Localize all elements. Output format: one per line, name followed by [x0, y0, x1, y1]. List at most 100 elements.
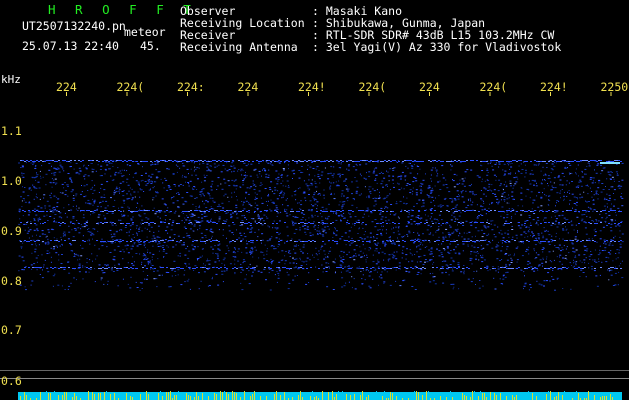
bottom-spike: [210, 392, 211, 400]
bottom-spike: [410, 393, 411, 400]
bottom-spike: [390, 392, 391, 400]
bottom-spike: [338, 391, 339, 400]
app-brand-title: H R O F F T: [48, 2, 197, 17]
bottom-spike: [478, 396, 479, 400]
bottom-spike: [60, 394, 61, 400]
bottom-spike: [184, 395, 185, 400]
y-tick-label: 0.9: [1, 224, 22, 238]
spectrogram-display: [0, 92, 629, 400]
bottom-spike: [46, 391, 47, 400]
bottom-spike: [392, 393, 393, 400]
bottom-spike: [206, 395, 207, 400]
bottom-spike: [104, 392, 105, 400]
bottom-spike: [562, 395, 563, 400]
bottom-spike: [296, 393, 297, 400]
bottom-spike: [456, 395, 457, 400]
bottom-spike: [22, 392, 23, 400]
bottom-spike: [370, 393, 371, 400]
bottom-spike: [160, 391, 161, 400]
bottom-spike: [376, 391, 377, 400]
bottom-spike: [462, 393, 463, 400]
bottom-spike: [42, 392, 43, 400]
bottom-spike: [254, 391, 255, 400]
bottom-spike: [516, 395, 517, 400]
info-label-antenna: Receiving Antenna: [180, 40, 298, 54]
bottom-spike: [84, 396, 85, 400]
bottom-spike: [216, 394, 217, 400]
bottom-spike: [280, 395, 281, 400]
bottom-spike: [224, 391, 225, 400]
bottom-spike: [138, 396, 139, 400]
bottom-spike: [378, 394, 379, 400]
time-tick-label: 224(: [116, 80, 145, 94]
bottom-spike: [588, 391, 589, 400]
bottom-spike: [522, 393, 523, 400]
bottom-spike: [200, 392, 201, 400]
bottom-spike: [380, 394, 381, 400]
bottom-spike: [578, 393, 579, 400]
bottom-spike: [76, 396, 77, 400]
bottom-spike: [298, 395, 299, 400]
bottom-spike: [418, 392, 419, 400]
bottom-spike: [128, 394, 129, 400]
bottom-spike: [510, 396, 511, 400]
bottom-spike: [74, 393, 75, 400]
bottom-spike: [182, 395, 183, 400]
bottom-spike: [252, 394, 253, 400]
bottom-spike: [322, 391, 323, 400]
bottom-spike: [348, 392, 349, 400]
bottom-spike: [526, 393, 527, 400]
time-tick-label: 224: [237, 80, 259, 94]
bottom-spike: [284, 392, 285, 400]
bottom-spike: [64, 392, 65, 400]
bottom-spike: [368, 395, 369, 400]
bottom-spike: [610, 394, 611, 400]
bottom-spike: [68, 392, 69, 400]
bottom-spike: [480, 391, 481, 400]
bottom-spike: [570, 393, 571, 400]
bottom-spike: [112, 396, 113, 400]
bottom-spike: [154, 395, 155, 400]
bottom-spike: [352, 393, 353, 400]
time-tick-label: 224!: [298, 80, 326, 94]
bottom-spike: [406, 392, 407, 400]
bottom-spike: [238, 394, 239, 400]
y-tick-label: 0.8: [1, 274, 22, 288]
bottom-spike: [270, 395, 271, 400]
bottom-spike: [162, 396, 163, 400]
bottom-spike: [422, 395, 423, 400]
bottom-spike: [180, 394, 181, 400]
y-tick-label: 0.7: [1, 323, 22, 337]
bottom-spike: [350, 395, 351, 400]
bottom-spike: [548, 391, 549, 400]
bottom-spike: [582, 396, 583, 400]
bottom-spike: [508, 395, 509, 400]
bottom-spike: [174, 395, 175, 400]
bottom-spike: [484, 393, 485, 400]
bottom-spike: [384, 391, 385, 400]
bottom-spike: [226, 392, 227, 400]
bottom-spike: [232, 391, 233, 400]
bottom-spike: [170, 391, 171, 400]
bottom-spike: [492, 392, 493, 400]
bottom-spike: [20, 396, 21, 400]
bottom-spike: [300, 391, 301, 400]
bottom-spike: [186, 393, 187, 400]
bottom-spike: [58, 395, 59, 400]
bottom-spike: [110, 394, 111, 400]
bottom-spike: [364, 394, 365, 400]
bottom-spike: [222, 392, 223, 400]
bottom-spike: [190, 396, 191, 400]
bottom-spike: [248, 395, 249, 400]
bottom-spike: [474, 391, 475, 400]
bottom-spike: [576, 391, 577, 400]
bottom-spike: [40, 392, 41, 400]
y-tick-label: 0.6: [1, 374, 22, 388]
bottom-spike: [126, 393, 127, 400]
mode-tag: meteor: [124, 25, 166, 39]
bottom-spike: [530, 392, 531, 400]
bottom-spike: [602, 396, 603, 400]
bottom-spike: [188, 395, 189, 400]
bottom-spike: [198, 396, 199, 400]
bottom-spike: [448, 395, 449, 400]
